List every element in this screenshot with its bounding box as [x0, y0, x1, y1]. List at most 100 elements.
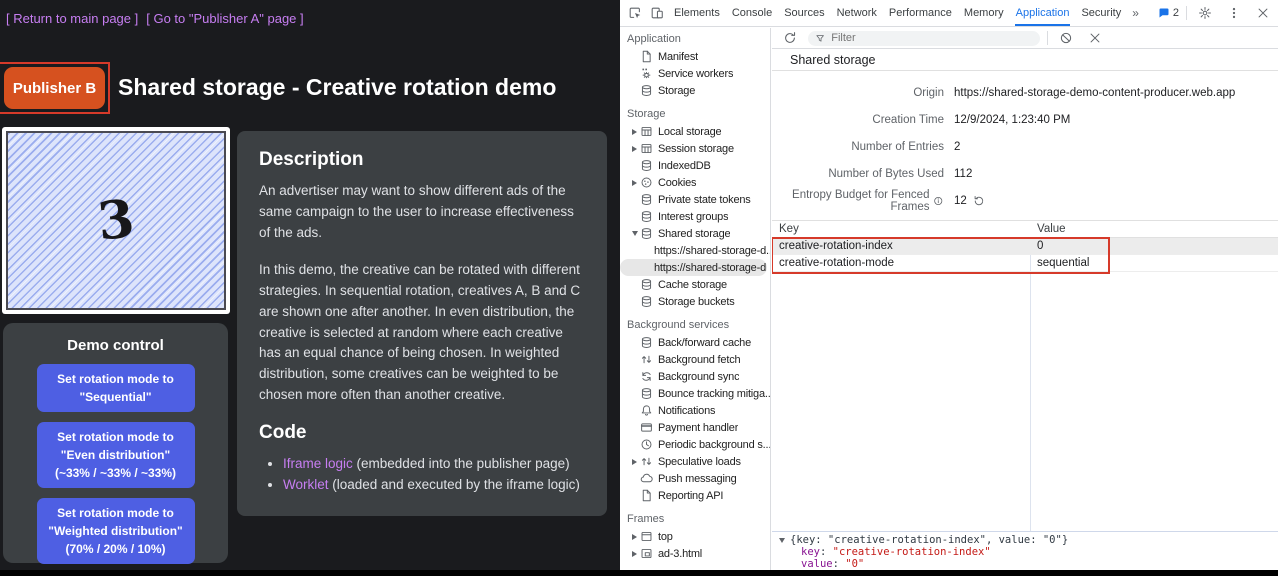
table-row-creative-rotation-mode[interactable]: creative-rotation-mode sequential — [772, 255, 1278, 272]
filter-funnel-icon — [815, 33, 825, 44]
sidebar-item-frame-ad-3[interactable]: ad-3.html — [620, 545, 770, 562]
cloud-icon — [640, 472, 653, 485]
sidebar-item-storage[interactable]: Storage — [620, 82, 770, 99]
publisher-b-button[interactable]: Publisher B — [4, 67, 105, 109]
sidebar-item-session-storage[interactable]: Session storage — [620, 140, 770, 157]
tab-elements[interactable]: Elements — [668, 0, 726, 26]
console-messages-badge[interactable]: 2 — [1158, 7, 1179, 19]
info-icon[interactable] — [933, 195, 944, 207]
expand-caret-icon[interactable] — [632, 459, 637, 465]
reset-budget-icon[interactable] — [973, 195, 985, 207]
collapse-caret-icon[interactable] — [632, 231, 638, 236]
table-header-row: Key Value — [772, 221, 1278, 238]
set-even-distribution-button[interactable]: Set rotation mode to "Even distribution"… — [37, 422, 195, 488]
table-row-creative-rotation-index[interactable]: creative-rotation-index 0 — [772, 238, 1278, 255]
code-heading: Code — [259, 422, 585, 444]
payment-card-icon — [640, 421, 653, 434]
expand-caret-icon[interactable] — [632, 146, 637, 152]
filter-box[interactable] — [808, 31, 1040, 46]
sidebar-item-background-sync[interactable]: Background sync — [620, 368, 770, 385]
tab-sources[interactable]: Sources — [778, 0, 830, 26]
database-icon — [640, 387, 653, 400]
inspect-element-icon[interactable] — [624, 2, 646, 24]
up-down-arrows-icon — [640, 455, 653, 468]
code-list-item: Iframe logic (embedded into the publishe… — [283, 454, 585, 475]
sidebar-item-private-state-tokens[interactable]: Private state tokens — [620, 191, 770, 208]
up-down-arrows-icon — [640, 353, 653, 366]
expand-caret-icon[interactable] — [632, 551, 637, 557]
go-to-publisher-a-link[interactable]: [ Go to "Publisher A" page ] — [146, 11, 303, 26]
sidebar-item-cache-storage[interactable]: Cache storage — [620, 276, 770, 293]
sidebar-item-shared-storage-origin-2-selected[interactable]: https://shared-storage-d... — [620, 259, 767, 276]
filter-input[interactable] — [829, 31, 1033, 45]
demo-control-panel: Demo control Set rotation mode to "Seque… — [3, 323, 228, 563]
column-header-value[interactable]: Value — [1030, 223, 1278, 235]
sidebar-item-bounce-tracking-mitigations[interactable]: Bounce tracking mitiga... — [620, 385, 770, 402]
database-icon — [640, 227, 653, 240]
settings-gear-icon[interactable] — [1194, 2, 1216, 24]
code-list: Iframe logic (embedded into the publishe… — [283, 454, 585, 496]
sidebar-item-payment-handler[interactable]: Payment handler — [620, 419, 770, 436]
clear-block-icon[interactable] — [1055, 28, 1077, 49]
tab-network[interactable]: Network — [831, 0, 883, 26]
sidebar-item-storage-buckets[interactable]: Storage buckets — [620, 293, 770, 310]
set-sequential-button[interactable]: Set rotation mode to "Sequential" — [37, 364, 195, 412]
bell-icon — [640, 404, 653, 417]
database-icon — [640, 278, 653, 291]
sidebar-section-background-services: Background services — [620, 317, 770, 334]
bottom-black-bar — [0, 570, 1278, 576]
tab-application[interactable]: Application — [1010, 0, 1076, 26]
meta-row-origin: Origin https://shared-storage-demo-conte… — [772, 79, 1278, 106]
worklet-link[interactable]: Worklet — [283, 477, 329, 492]
sidebar-item-notifications[interactable]: Notifications — [620, 402, 770, 419]
sidebar-item-indexeddb[interactable]: IndexedDB — [620, 157, 770, 174]
sidebar-item-interest-groups[interactable]: Interest groups — [620, 208, 770, 225]
code-item-text: (embedded into the publisher page) — [353, 456, 570, 471]
more-options-icon[interactable] — [1223, 2, 1245, 24]
sidebar-item-frame-top[interactable]: top — [620, 528, 770, 545]
tab-performance[interactable]: Performance — [883, 0, 958, 26]
return-to-main-page-link[interactable]: [ Return to main page ] — [6, 11, 138, 26]
tab-memory[interactable]: Memory — [958, 0, 1010, 26]
set-weighted-distribution-button[interactable]: Set rotation mode to "Weighted distribut… — [37, 498, 195, 564]
database-icon — [640, 336, 653, 349]
column-header-key[interactable]: Key — [772, 223, 1030, 235]
sidebar-item-shared-storage-origin-1[interactable]: https://shared-storage-d... — [620, 242, 770, 259]
sidebar-item-speculative-loads[interactable]: Speculative loads — [620, 453, 770, 470]
sidebar-item-manifest[interactable]: Manifest — [620, 48, 770, 65]
toolbar-divider — [1047, 31, 1048, 45]
meta-row-creation-time: Creation Time 12/9/2024, 1:23:40 PM — [772, 106, 1278, 133]
delete-x-icon[interactable] — [1084, 28, 1106, 49]
device-toolbar-icon[interactable] — [646, 2, 668, 24]
sidebar-item-reporting-api[interactable]: Reporting API — [620, 487, 770, 504]
sidebar-item-periodic-background-sync[interactable]: Periodic background s... — [620, 436, 770, 453]
sidebar-item-push-messaging[interactable]: Push messaging — [620, 470, 770, 487]
collapse-caret-icon[interactable] — [779, 538, 785, 543]
ad-creative-frame[interactable]: 3 — [2, 127, 230, 314]
iframe-logic-link[interactable]: Iframe logic — [283, 456, 353, 471]
sidebar-item-background-fetch[interactable]: Background fetch — [620, 351, 770, 368]
description-paragraph-2: In this demo, the creative can be rotate… — [259, 260, 585, 406]
sidebar-item-local-storage[interactable]: Local storage — [620, 123, 770, 140]
sidebar-item-service-workers[interactable]: Service workers — [620, 65, 770, 82]
more-tabs-button[interactable]: » — [1127, 6, 1144, 20]
metadata-view: Origin https://shared-storage-demo-conte… — [772, 71, 1278, 214]
sidebar-item-cookies[interactable]: Cookies — [620, 174, 770, 191]
close-devtools-icon[interactable] — [1252, 2, 1274, 24]
expand-caret-icon[interactable] — [632, 129, 637, 135]
document-icon — [640, 50, 653, 63]
tab-console[interactable]: Console — [726, 0, 778, 26]
tab-bar-right-controls: 2 — [1158, 2, 1278, 24]
expand-caret-icon[interactable] — [632, 180, 637, 186]
iframe-icon — [640, 547, 653, 560]
sidebar-item-shared-storage[interactable]: Shared storage — [620, 225, 770, 242]
cookie-icon — [640, 176, 653, 189]
preview-summary-text: {key: "creative-rotation-index", value: … — [790, 534, 1068, 546]
expand-caret-icon[interactable] — [632, 534, 637, 540]
tab-security[interactable]: Security — [1075, 0, 1127, 26]
chat-bubble-icon — [1158, 7, 1170, 19]
refresh-icon[interactable] — [779, 28, 801, 49]
database-icon — [640, 159, 653, 172]
sidebar-item-back-forward-cache[interactable]: Back/forward cache — [620, 334, 770, 351]
description-heading: Description — [259, 149, 585, 171]
